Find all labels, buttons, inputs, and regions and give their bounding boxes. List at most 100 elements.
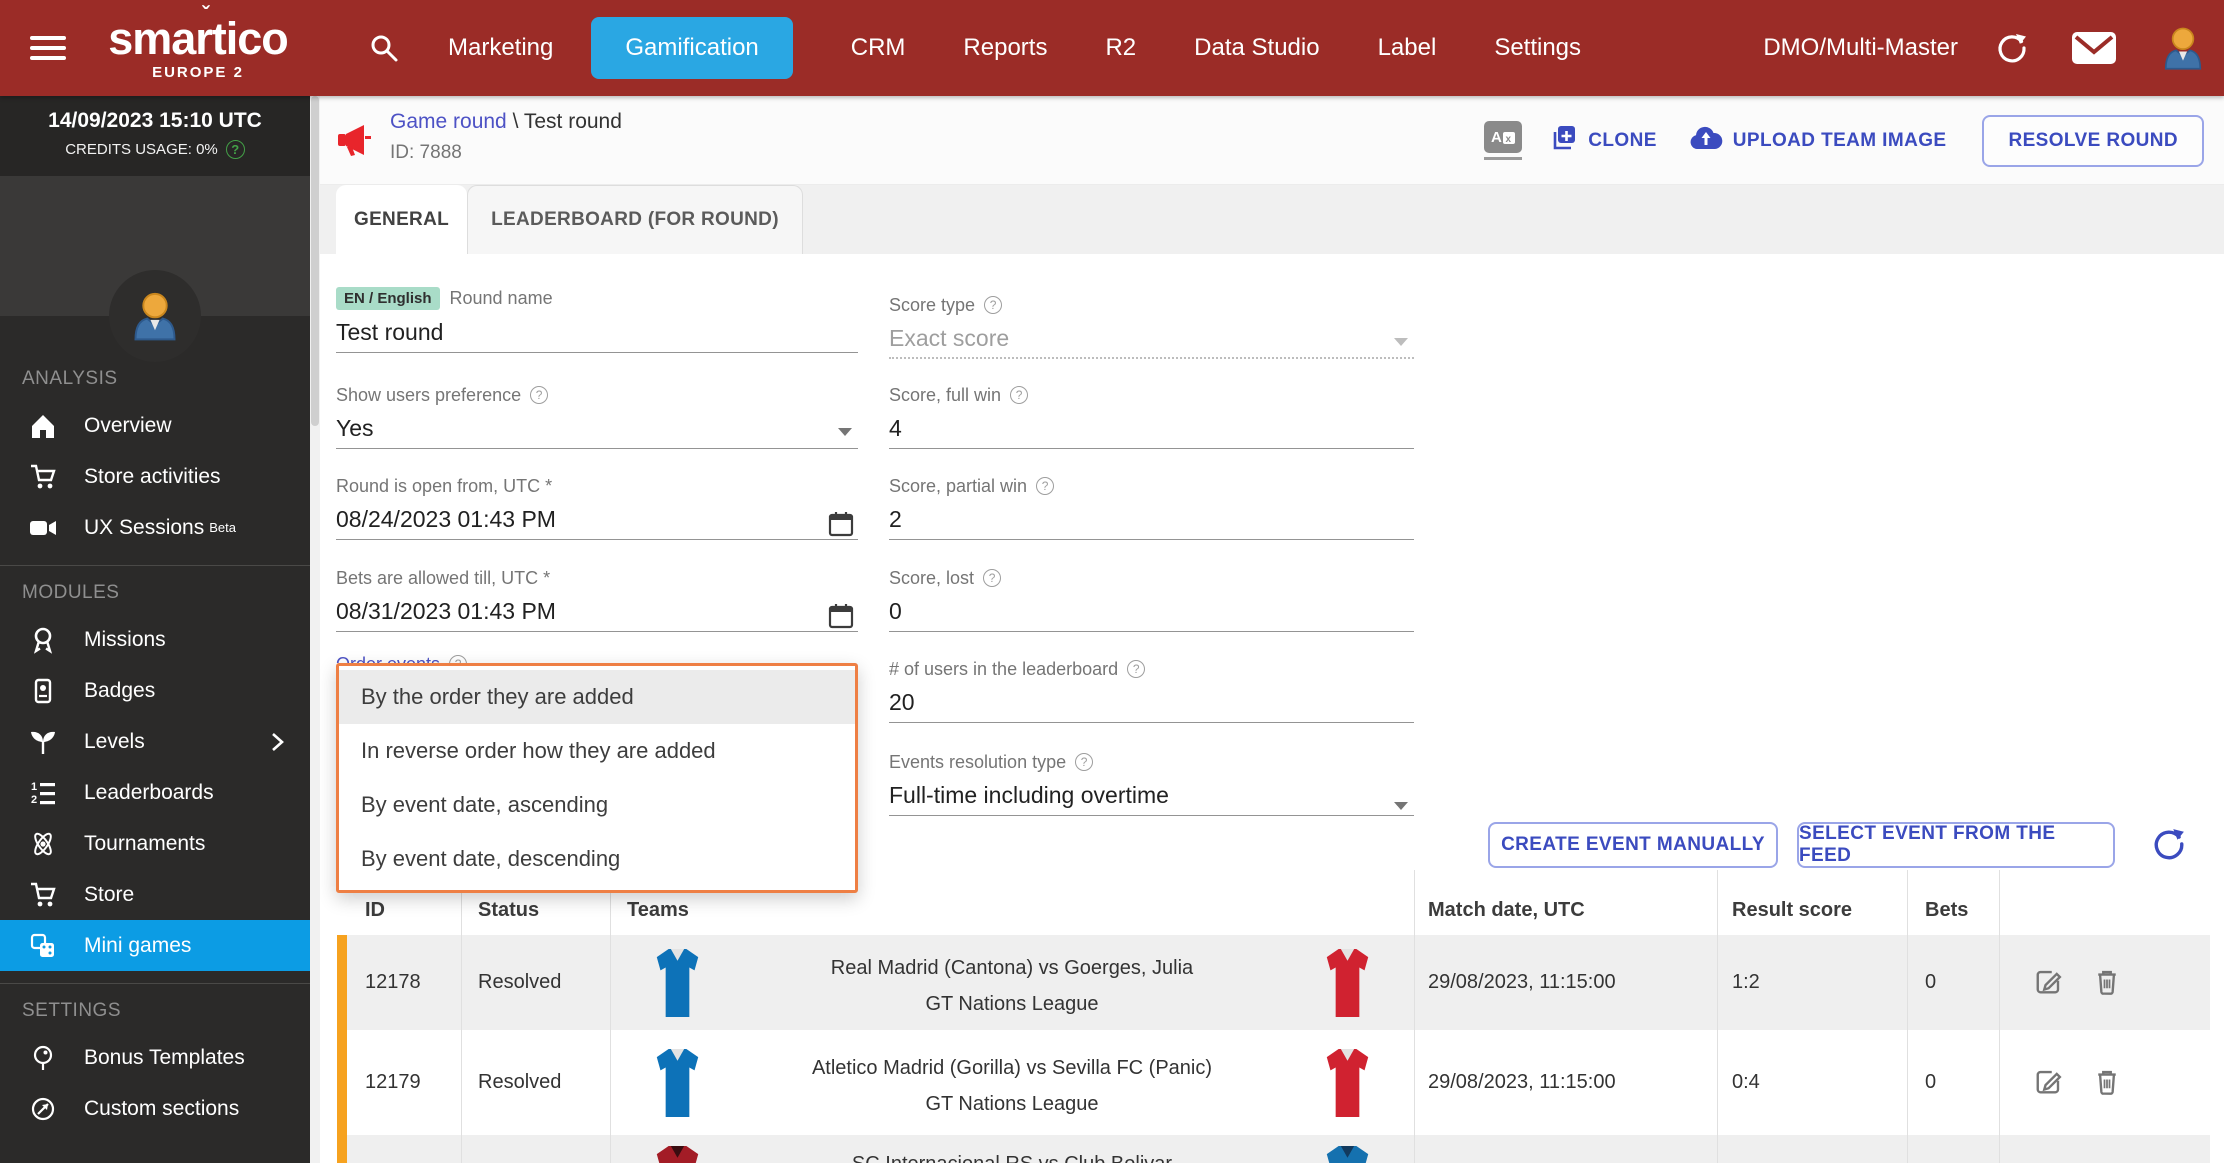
calendar-icon[interactable]	[828, 511, 854, 542]
column-header-bets[interactable]: Bets	[1907, 870, 1999, 932]
sidebar-item-leaderboards[interactable]: 12 Leaderboards	[0, 767, 310, 818]
refresh-icon[interactable]	[1996, 32, 2028, 64]
current-datetime: 14/09/2023 15:10 UTC	[48, 109, 262, 132]
dropdown-option-reverse-order[interactable]: In reverse order how they are added	[339, 724, 855, 778]
scrollbar-thumb[interactable]	[311, 96, 319, 426]
score-lost-input[interactable]: 0	[889, 598, 1414, 628]
sidebar-item-badges[interactable]: Badges	[0, 665, 310, 716]
translate-button[interactable]: Ax	[1484, 121, 1523, 160]
table-row[interactable]: 12179 Resolved Atletico Madrid (Gorilla)…	[337, 1035, 2210, 1130]
edit-event-icon[interactable]	[2033, 1067, 2063, 1102]
tab-general[interactable]: GENERAL	[336, 185, 467, 254]
clone-icon	[1548, 123, 1578, 159]
help-icon[interactable]: ?	[530, 386, 549, 404]
round-name-input[interactable]: Test round	[336, 319, 858, 349]
column-header-match-date[interactable]: Match date, UTC	[1414, 870, 1717, 932]
sidebar-item-mini-games[interactable]: Mini games	[0, 920, 310, 971]
score-full-win-input[interactable]: 4	[889, 415, 1414, 445]
field-label: Events resolution type	[889, 751, 1067, 772]
calendar-icon[interactable]	[828, 603, 854, 634]
sidebar-item-overview[interactable]: Overview	[0, 400, 310, 451]
clone-label: CLONE	[1588, 129, 1657, 151]
hamburger-menu-icon[interactable]	[30, 30, 66, 66]
nav-item-marketing[interactable]: Marketing	[448, 34, 553, 62]
help-icon[interactable]: ?	[984, 296, 1003, 314]
field-score-lost: Score, lost? 0	[889, 567, 1414, 632]
table-row[interactable]: 12178 Resolved Real Madrid (Cantona) vs …	[337, 935, 2210, 1030]
upload-team-image-button[interactable]: UPLOAD TEAM IMAGE	[1689, 125, 1947, 157]
resolve-label: RESOLVE ROUND	[2008, 129, 2178, 151]
score-partial-win-input[interactable]: 2	[889, 506, 1414, 536]
events-resolution-type-select[interactable]: Full-time including overtime	[889, 782, 1414, 812]
round-open-from-input[interactable]: 08/24/2023 01:43 PM	[336, 506, 858, 536]
cloud-upload-icon	[1689, 125, 1723, 157]
sidebar-section-settings: SETTINGS	[22, 1000, 122, 1021]
cell-bets: 0	[1925, 1071, 1937, 1093]
cell-status: Resolved	[478, 1071, 562, 1093]
cell-id: 12178	[365, 971, 421, 993]
select-event-from-feed-button[interactable]: SELECT EVENT FROM THE FEED	[1797, 822, 2115, 868]
sidebar-avatar[interactable]	[109, 270, 201, 362]
sidebar-clock-panel: 14/09/2023 15:10 UTC CREDITS USAGE: 0% ?	[0, 96, 310, 176]
sidebar-item-label: Missions	[84, 627, 166, 651]
nav-item-gamification[interactable]: Gamification	[591, 17, 793, 79]
sidebar-item-custom-sections[interactable]: Custom sections	[0, 1083, 310, 1134]
sidebar-item-missions[interactable]: Missions	[0, 614, 310, 665]
nav-item-r2[interactable]: R2	[1105, 34, 1136, 62]
nav-item-label[interactable]: Label	[1378, 34, 1437, 62]
help-icon[interactable]: ?	[1127, 660, 1146, 678]
brand-subtitle: EUROPE 2	[152, 64, 244, 81]
dropdown-option-date-descending[interactable]: By event date, descending	[339, 832, 855, 886]
search-icon[interactable]	[368, 32, 400, 64]
sidebar-item-ux-sessions[interactable]: UX Sessions Beta	[0, 502, 310, 553]
nav-item-reports[interactable]: Reports	[963, 34, 1047, 62]
nav-item-settings[interactable]: Settings	[1494, 34, 1581, 62]
credits-help-icon[interactable]: ?	[225, 140, 245, 159]
breadcrumb-link-game-round[interactable]: Game round	[390, 110, 507, 133]
language-chip[interactable]: EN / English	[336, 287, 440, 310]
help-icon[interactable]: ?	[1010, 386, 1029, 404]
order-events-dropdown-menu: By the order they are added In reverse o…	[336, 663, 858, 893]
sidebar-section-modules: MODULES	[22, 582, 120, 603]
column-header-result-score[interactable]: Result score	[1717, 870, 1907, 932]
brand-logo[interactable]: smartico ˇ EUROPE 2	[94, 4, 302, 81]
sidebar-item-tournaments[interactable]: Tournaments	[0, 818, 310, 869]
nav-item-crm[interactable]: CRM	[851, 34, 906, 62]
delete-event-icon[interactable]	[2092, 1067, 2122, 1102]
create-event-manually-button[interactable]: CREATE EVENT MANUALLY	[1488, 822, 1778, 868]
pin-icon	[28, 1044, 58, 1072]
sidebar-item-store[interactable]: Store	[0, 869, 310, 920]
table-row[interactable]: SC Internacional RS vs Club Bolivar	[337, 1135, 2210, 1163]
user-avatar[interactable]	[2160, 25, 2206, 71]
sidebar-item-levels[interactable]: Levels	[0, 716, 310, 767]
nav-item-data-studio[interactable]: Data Studio	[1194, 34, 1319, 62]
sidebar-item-bonus-templates[interactable]: Bonus Templates	[0, 1032, 310, 1083]
field-score-partial-win: Score, partial win? 2	[889, 475, 1414, 540]
delete-event-icon[interactable]	[2092, 967, 2122, 1002]
users-in-leaderboard-input[interactable]: 20	[889, 689, 1414, 719]
cell-status	[461, 1135, 610, 1163]
sidebar-divider	[0, 565, 310, 566]
record-id: ID: 7888	[390, 142, 462, 163]
show-users-preference-select[interactable]: Yes	[336, 415, 858, 445]
help-icon[interactable]: ?	[1036, 477, 1055, 495]
tab-leaderboard[interactable]: LEADERBOARD (FOR ROUND)	[467, 185, 803, 254]
help-icon[interactable]: ?	[983, 569, 1002, 587]
cart-icon	[28, 881, 58, 909]
dropdown-option-date-ascending[interactable]: By event date, ascending	[339, 778, 855, 832]
tenant-selector[interactable]: DMO/Multi-Master	[1763, 34, 1958, 62]
compass-icon	[28, 1095, 58, 1123]
refresh-events-icon[interactable]	[2152, 827, 2186, 866]
sidebar-item-store-activities[interactable]: Store activities	[0, 451, 310, 502]
mail-icon[interactable]	[2072, 32, 2116, 64]
resolve-round-button[interactable]: RESOLVE ROUND	[1982, 114, 2204, 167]
bets-allowed-till-input[interactable]: 08/31/2023 01:43 PM	[336, 598, 858, 628]
clone-button[interactable]: CLONE	[1548, 123, 1657, 159]
dropdown-option-order-added[interactable]: By the order they are added	[339, 670, 855, 724]
cell-id	[337, 1135, 461, 1163]
edit-event-icon[interactable]	[2033, 967, 2063, 1002]
sidebar-scrollbar[interactable]	[310, 96, 320, 1163]
ranked-list-icon: 12	[28, 779, 58, 807]
field-score-type: Score type? Exact score	[889, 287, 1414, 359]
help-icon[interactable]: ?	[1075, 753, 1094, 771]
